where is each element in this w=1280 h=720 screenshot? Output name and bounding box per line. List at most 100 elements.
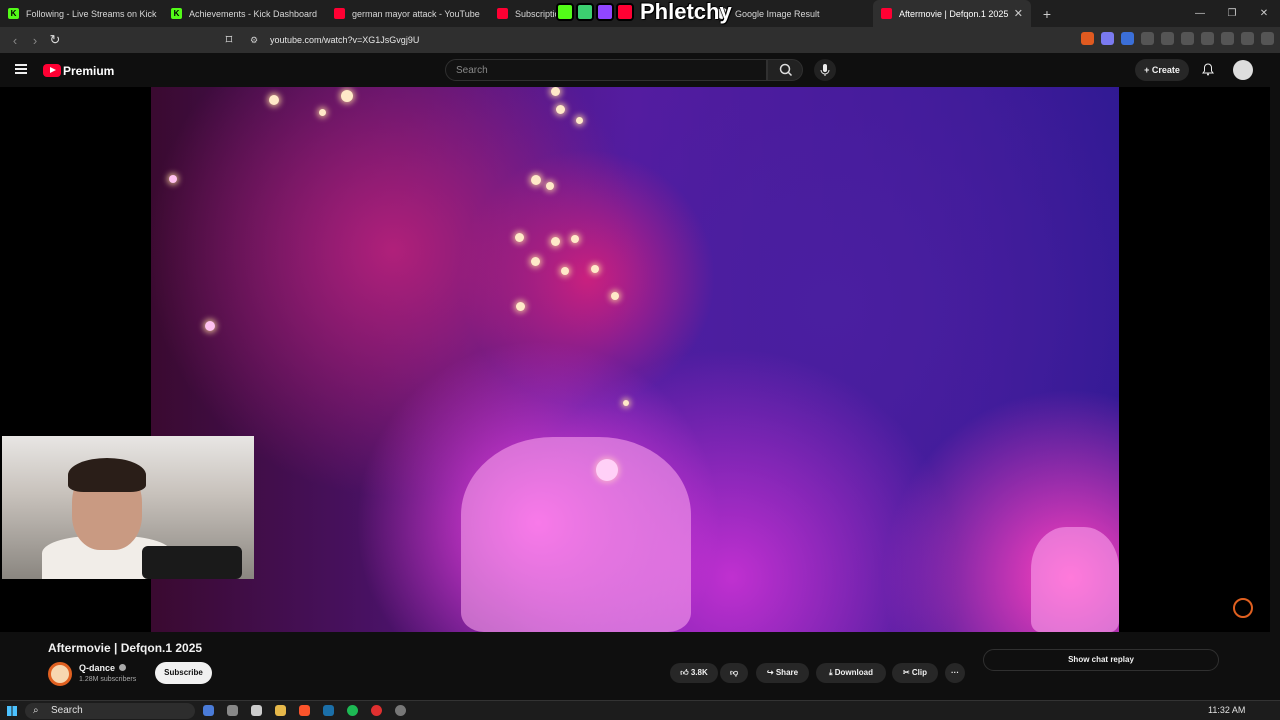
share-icon: ↪ <box>766 668 776 677</box>
browser-tab-active[interactable]: Aftermovie | Defqon.1 2025 ✕ <box>873 0 1031 27</box>
youtube-premium-label[interactable]: Premium <box>63 64 114 78</box>
extension-icon[interactable] <box>1101 32 1114 45</box>
brave-icon[interactable] <box>299 705 310 716</box>
forward-icon[interactable]: › <box>25 33 45 48</box>
settings-icon[interactable] <box>227 705 238 716</box>
show-chat-replay-button[interactable]: Show chat replay <box>983 649 1219 671</box>
taskbar-apps <box>203 705 406 716</box>
video-info: Aftermovie | Defqon.1 2025 Q-dance 1.28M… <box>0 632 1280 700</box>
shield-icon[interactable] <box>1241 32 1254 45</box>
share-button[interactable]: ↪ Share <box>756 663 809 683</box>
stream-overlay-logo: Phletchy <box>556 0 732 24</box>
tab-label: Achievements - Kick Dashboard <box>189 8 318 19</box>
create-label: Create <box>1151 65 1180 75</box>
subscribe-button[interactable]: Subscribe <box>155 662 212 684</box>
calendar-icon[interactable] <box>251 705 262 716</box>
menu-icon[interactable] <box>1261 32 1274 45</box>
plus-icon: + <box>1144 65 1152 75</box>
youtube-icon <box>497 8 508 19</box>
qdance-watermark-icon <box>1233 598 1253 618</box>
streamer-webcam <box>0 436 254 579</box>
youtube-header: Premium Search + Create <box>0 53 1280 87</box>
browser-tab[interactable]: Google Image Result <box>709 0 873 27</box>
leo-icon[interactable] <box>1221 32 1234 45</box>
video-title: Aftermovie | Defqon.1 2025 <box>48 641 203 655</box>
hamburger-menu-icon[interactable] <box>15 64 27 74</box>
new-tab-button[interactable]: + <box>1035 6 1059 22</box>
taskbar-search[interactable]: ⌕ Search <box>25 703 195 719</box>
scissors-icon: ✂ <box>902 668 912 677</box>
channel-name-text: Q-dance <box>79 663 116 673</box>
like-count: 3.8K <box>690 668 708 677</box>
verified-icon <box>119 664 127 671</box>
clip-label: Clip <box>911 668 928 677</box>
search-button[interactable] <box>767 59 803 81</box>
video-frame[interactable] <box>151 87 1119 632</box>
spotify-icon[interactable] <box>347 705 358 716</box>
windows-start-icon[interactable] <box>7 706 17 716</box>
browser-tab[interactable]: K Achievements - Kick Dashboard <box>163 0 326 27</box>
video-player[interactable] <box>0 87 1270 632</box>
search-icon: ⌕ <box>33 705 39 716</box>
file-explorer-icon[interactable] <box>275 705 286 716</box>
browser-tab[interactable]: german mayor attack - YouTube <box>326 0 489 27</box>
more-actions-button[interactable]: ··· <box>945 663 965 683</box>
tab-label: Google Image Result <box>735 8 820 19</box>
kick-icon: K <box>8 8 19 19</box>
youtube-icon <box>616 3 634 21</box>
search-icon <box>779 63 793 77</box>
kick-icon: K <box>171 8 182 19</box>
close-icon[interactable]: ✕ <box>1248 0 1280 27</box>
music-icon[interactable] <box>1181 32 1194 45</box>
youtube-logo-icon[interactable] <box>43 64 61 77</box>
like-button[interactable]: 👍︎ 3.8K <box>670 663 718 683</box>
dancer-figure <box>461 437 691 632</box>
extension-icon[interactable] <box>1081 32 1094 45</box>
taskbar-clock[interactable]: 11:32 AM <box>1208 705 1245 715</box>
app-icon[interactable] <box>371 705 382 716</box>
extensions-toolbar <box>1081 32 1274 45</box>
windows-taskbar: ⌕ Search 11:32 AM <box>0 700 1280 720</box>
channel-name[interactable]: Q-dance <box>79 663 127 673</box>
subscriber-count: 1.28M subscribers <box>79 676 137 683</box>
address-bar: ‹ › ↻ ⌑ ⚙ youtube.com/watch?v=XG1JsGvgj9… <box>0 27 1280 53</box>
overlay-name: Phletchy <box>640 0 732 24</box>
back-icon[interactable]: ‹ <box>5 33 25 48</box>
reload-icon[interactable]: ↻ <box>45 32 65 48</box>
copilot-icon[interactable] <box>203 705 214 716</box>
search-input[interactable]: Search <box>445 59 767 81</box>
maximize-icon[interactable]: ❐ <box>1216 0 1248 27</box>
bookmark-icon[interactable]: ⌑ <box>219 32 239 48</box>
extension-icon[interactable] <box>1121 32 1134 45</box>
account-avatar[interactable] <box>1233 60 1253 80</box>
twitch-icon <box>596 3 614 21</box>
sidebar-icon[interactable] <box>1201 32 1214 45</box>
kick-icon <box>556 3 574 21</box>
steam-icon[interactable] <box>323 705 334 716</box>
dislike-button[interactable]: 👎︎ <box>720 663 748 683</box>
more-icon: ··· <box>951 668 959 677</box>
extensions-icon[interactable] <box>1141 32 1154 45</box>
notifications-bell-icon[interactable] <box>1202 63 1214 76</box>
youtube-icon <box>881 8 892 19</box>
app-icon[interactable] <box>395 705 406 716</box>
close-tab-icon[interactable]: ✕ <box>1014 7 1023 20</box>
voice-search-button[interactable] <box>814 59 836 81</box>
minimize-icon[interactable]: — <box>1184 0 1216 27</box>
microphone-icon <box>820 64 830 76</box>
create-button[interactable]: + Create <box>1135 59 1189 81</box>
window-controls: — ❐ ✕ <box>1184 0 1280 27</box>
extension-icon[interactable] <box>1161 32 1174 45</box>
channel-avatar[interactable] <box>48 662 72 686</box>
play-icon <box>576 3 594 21</box>
tab-label: german mayor attack - YouTube <box>352 8 480 19</box>
tab-label: Subscriptio <box>515 8 560 19</box>
browser-tab[interactable]: K Following - Live Streams on Kick <box>0 0 163 27</box>
clip-button[interactable]: ✂ Clip <box>892 663 938 683</box>
download-button[interactable]: ⤓ Download <box>816 663 886 683</box>
thumbs-down-icon: 👎︎ <box>729 668 739 677</box>
site-info-icon[interactable]: ⚙ <box>250 35 258 46</box>
taskbar-search-label: Search <box>51 705 83 716</box>
url-field[interactable]: ⚙ youtube.com/watch?v=XG1JsGvgj9U <box>245 30 965 50</box>
youtube-icon <box>334 8 345 19</box>
